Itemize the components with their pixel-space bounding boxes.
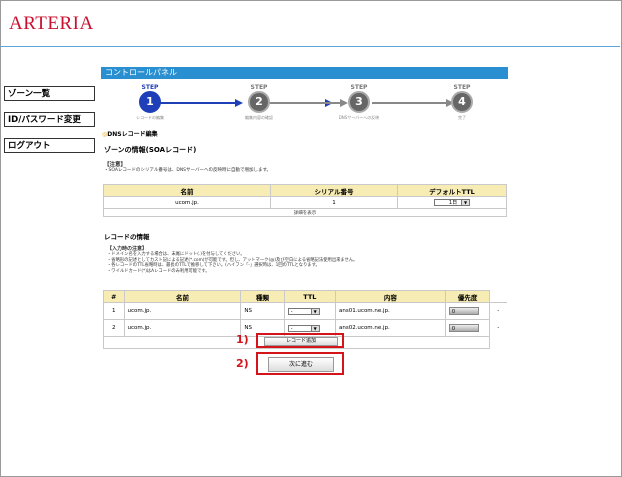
input-notes-title: 【入力時の注意】 <box>107 246 148 252</box>
annotation-2: 2) <box>236 357 249 370</box>
record-remove-button[interactable]: - <box>489 319 507 337</box>
chevron-down-icon: ▼ <box>461 200 469 205</box>
step-1-circle: 1 <box>139 91 161 113</box>
record-num: 1 <box>103 302 125 320</box>
soa-details-link[interactable]: 詳細を表示 <box>103 208 507 217</box>
zone-info-heading: ゾーンの情報(SOAレコード) <box>104 146 197 154</box>
step-4: STEP 4 完了 <box>438 84 486 121</box>
record-ttl-select[interactable]: - ▼ <box>287 307 320 315</box>
step-3-circle: 3 <box>348 91 370 113</box>
record-ttl-value: - <box>290 308 293 315</box>
records-header-priority: 優先度 <box>444 290 491 303</box>
soa-name: ucom.jp. <box>103 196 271 209</box>
input-notes: ・ドメイン名を入力する場合は、末尾にドット(.)を付与してください。 ・省略形の… <box>107 252 357 274</box>
sidebar-item-zone-list[interactable]: ゾーン一覧 <box>4 86 95 101</box>
add-record-button[interactable]: レコード追加 <box>264 337 338 346</box>
soa-table: 名前 シリアル番号 デフォルトTTL ucom.jp. 1 1日 ▼ 詳細を表示 <box>103 184 507 217</box>
soa-header-name: 名前 <box>103 184 271 197</box>
step-4-label: STEP <box>453 84 471 91</box>
record-num: 2 <box>103 319 125 337</box>
record-content: ans02.ucom.ne.jp. <box>334 319 446 337</box>
records-header-content: 内容 <box>334 290 446 303</box>
record-priority-input[interactable]: 0 <box>448 307 479 315</box>
step-1: STEP 1 レコードの編集 <box>126 84 174 121</box>
records-table-spacer <box>489 336 507 349</box>
step-3-label: STEP <box>350 84 368 91</box>
chevron-down-icon: ▼ <box>310 308 319 314</box>
step-2-label: STEP <box>250 84 268 91</box>
input-note-3: ・各レコードのTTL省略時は、最長のTTLで推移して下さい。(ハイフン「-」選択… <box>107 263 320 269</box>
sidebar-item-logout[interactable]: ログアウト <box>4 138 95 153</box>
step-1-caption: レコードの編集 <box>136 115 164 120</box>
records-header-name: 名前 <box>123 290 242 303</box>
record-ttl-cell: - ▼ <box>283 302 336 320</box>
dns-edit-heading: ◎DNSレコード編集 <box>102 129 158 138</box>
record-name: ucom.jp. <box>123 319 242 337</box>
records-header-type: 種類 <box>240 290 285 303</box>
annotation-1: 1) <box>236 333 249 346</box>
step-4-caption: 完了 <box>458 115 466 120</box>
header-divider <box>0 46 620 47</box>
record-priority-cell: 0 <box>444 319 491 337</box>
soa-header-serial: シリアル番号 <box>270 184 398 197</box>
records-heading: レコードの情報 <box>104 233 150 241</box>
soa-serial: 1 <box>270 196 398 209</box>
record-priority-input[interactable]: 0 <box>448 324 479 332</box>
soa-ttl-cell: 1日 ▼ <box>397 196 507 209</box>
record-type: NS <box>240 302 285 320</box>
notice-text: ・SOAレコードのシリアル番号は、DNSサーバーへの反映時に自動で増加します。 <box>104 168 272 173</box>
step-3-caption: DNSサーバーへの反映 <box>338 115 380 120</box>
record-name: ucom.jp. <box>123 302 242 320</box>
soa-ttl-select[interactable]: 1日 ▼ <box>434 199 470 206</box>
records-header-num: # <box>103 290 125 303</box>
step-2: STEP 2 編集内容の確認 <box>235 84 283 121</box>
step-3: STEP 3 DNSサーバーへの反映 <box>335 84 383 121</box>
step-4-circle: 4 <box>451 91 473 113</box>
record-ttl-value: - <box>290 325 293 332</box>
input-note-4: ・ワイルドカード(*)はAレコードのみ利用可能です。 <box>107 268 210 274</box>
soa-header-ttl: デフォルトTTL <box>397 184 507 197</box>
record-content: ans01.ucom.ne.jp. <box>334 302 446 320</box>
next-step-button[interactable]: 次に進む <box>268 357 334 372</box>
step-2-circle: 2 <box>248 91 270 113</box>
sidebar-item-password-change[interactable]: ID/パスワード変更 <box>4 112 95 127</box>
arteria-logo: ARTERIA <box>9 13 94 34</box>
dns-edit-heading-text: DNSレコード編集 <box>107 131 158 138</box>
soa-ttl-value: 1日 <box>448 200 458 206</box>
control-panel-bar: コントロールパネル <box>101 67 508 79</box>
step-2-caption: 編集内容の確認 <box>245 115 273 120</box>
table-row: 1 ucom.jp. NS - ▼ ans01.ucom.ne.jp. 0 - <box>103 302 507 320</box>
step-1-label: STEP <box>141 84 159 91</box>
record-ttl-select[interactable]: - ▼ <box>287 324 320 332</box>
records-header-ttl: TTL <box>283 290 336 303</box>
record-priority-cell: 0 <box>444 302 491 320</box>
chevron-down-icon: ▼ <box>310 325 319 331</box>
records-header-action <box>489 290 507 303</box>
record-remove-button[interactable]: - <box>489 302 507 320</box>
